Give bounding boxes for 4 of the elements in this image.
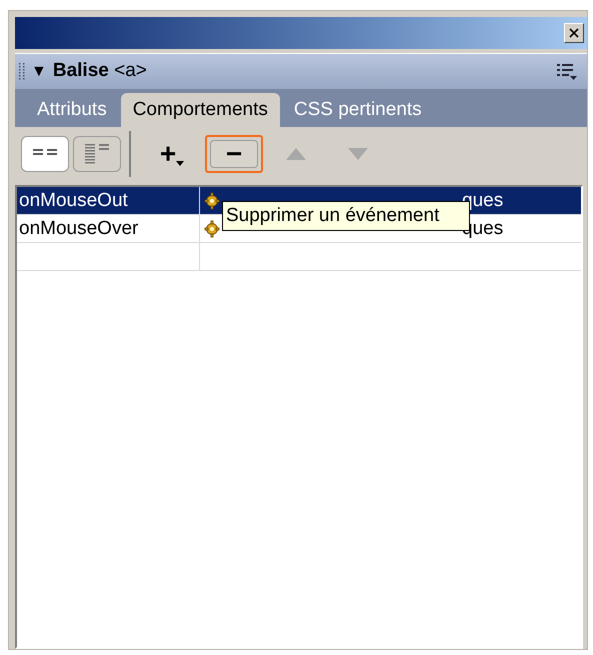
event-cell: onMouseOut [17, 187, 200, 214]
tooltip: Supprimer un événement [222, 201, 470, 231]
panel-title: Balise <a> [52, 59, 147, 84]
event-cell: onMouseOver [17, 215, 200, 242]
